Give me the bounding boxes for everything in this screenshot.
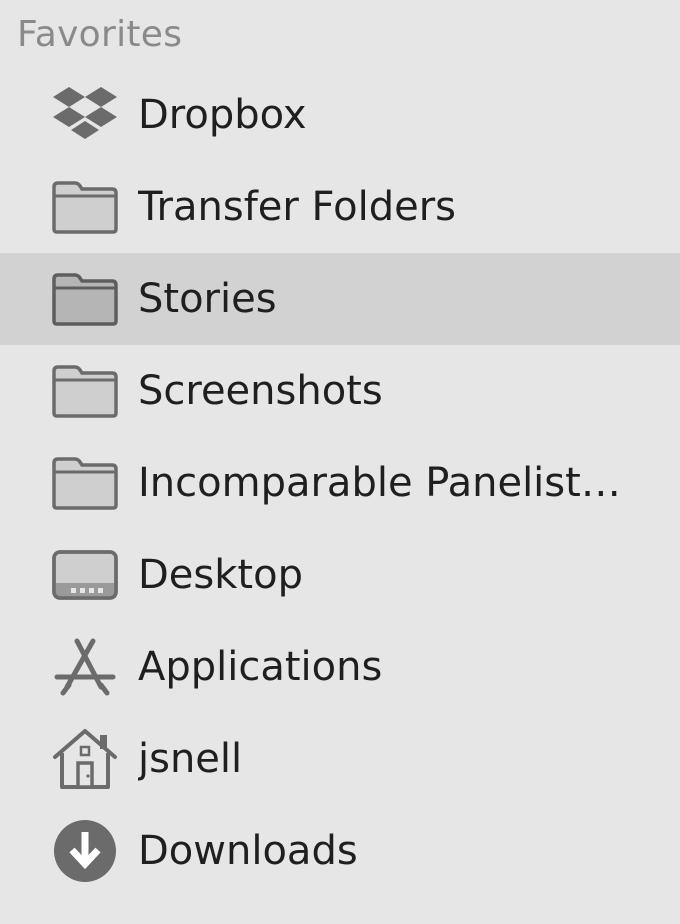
sidebar-item-label: Downloads [138,828,358,874]
sidebar-item-label: Incomparable Panelist… [138,460,621,506]
sidebar-item-downloads[interactable]: Downloads [0,805,680,897]
sidebar-item-incomparable-panelist[interactable]: Incomparable Panelist… [0,437,680,529]
home-icon [50,724,120,794]
folder-icon [50,448,120,518]
folder-icon [50,172,120,242]
desktop-icon [50,540,120,610]
folder-icon [50,356,120,426]
sidebar-item-label: Stories [138,276,277,322]
sidebar-item-applications[interactable]: Applications [0,621,680,713]
finder-sidebar: Favorites Dropbox Transfer Folders Stori… [0,0,680,924]
sidebar-item-transfer-folders[interactable]: Transfer Folders [0,161,680,253]
downloads-icon [50,816,120,886]
sidebar-item-label: Screenshots [138,368,383,414]
sidebar-item-label: Applications [138,644,383,690]
section-title-favorites: Favorites [17,14,183,55]
sidebar-item-jsnell[interactable]: jsnell [0,713,680,805]
sidebar-item-label: Transfer Folders [138,184,457,230]
folder-icon [50,264,120,334]
applications-icon [50,632,120,702]
sidebar-item-stories[interactable]: Stories [0,253,680,345]
sidebar-item-screenshots[interactable]: Screenshots [0,345,680,437]
sidebar-item-dropbox[interactable]: Dropbox [0,69,680,161]
sidebar-item-desktop[interactable]: Desktop [0,529,680,621]
sidebar-item-label: Dropbox [138,92,307,138]
sidebar-item-label: Desktop [138,552,303,598]
sidebar-item-label: jsnell [138,736,243,782]
dropbox-icon [50,80,120,150]
